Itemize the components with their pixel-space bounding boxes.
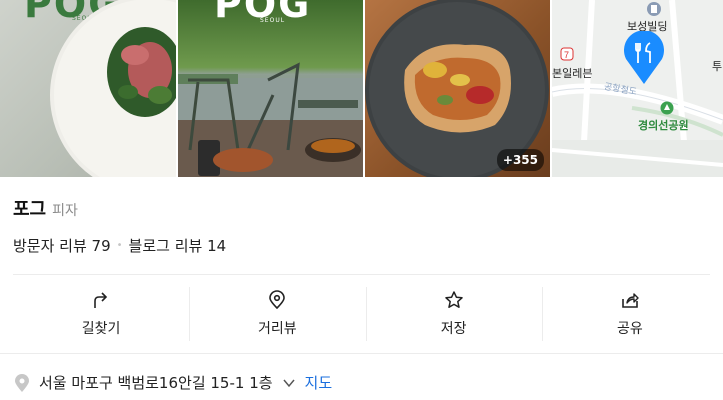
- directions-button[interactable]: 길찾기: [13, 287, 189, 341]
- address-row: 서울 마포구 백범로16안길 15-1 1층 지도: [13, 372, 332, 393]
- restaurant-pin-icon: [624, 31, 664, 84]
- building-icon: [647, 2, 661, 16]
- street-view-button[interactable]: 거리뷰: [189, 287, 365, 341]
- plate-image: [50, 0, 176, 177]
- share-icon: [622, 293, 639, 308]
- blog-reviews-link[interactable]: 블로그 리뷰 14: [129, 235, 227, 256]
- star-icon: [444, 291, 463, 308]
- map-label-park: 경의선공원: [638, 120, 689, 132]
- separator-dot: •: [116, 240, 123, 251]
- location-pin-icon: [269, 290, 286, 310]
- chevron-down-icon[interactable]: [281, 375, 297, 391]
- review-counts: 방문자 리뷰 79 • 블로그 리뷰 14: [13, 235, 226, 256]
- map-label-store: 본일레븐: [552, 68, 593, 80]
- map-thumbnail[interactable]: 보성빌딩 본일레븐 공항철도 경의선공원 투 7: [552, 0, 723, 177]
- terrace-image: [178, 62, 363, 177]
- save-label: 저장: [440, 321, 467, 337]
- save-button[interactable]: 저장: [365, 287, 542, 341]
- place-info: 포그 피자 방문자 리뷰 79 • 블로그 리뷰 14: [13, 195, 226, 256]
- section-divider: [0, 353, 723, 354]
- map-label-edge: 투: [712, 61, 723, 73]
- photo-2[interactable]: POG SEOUL: [178, 0, 363, 177]
- photo-1[interactable]: POG SEOUL: [0, 0, 176, 177]
- action-bar: 길찾기 거리뷰 저장 공유: [13, 287, 718, 341]
- address-pin-icon: [15, 373, 29, 392]
- more-photos-badge[interactable]: +355: [496, 149, 544, 171]
- map-link[interactable]: 지도: [305, 372, 333, 393]
- title-row: 포그 피자: [13, 195, 226, 221]
- directions-label: 길찾기: [81, 321, 121, 337]
- share-button[interactable]: 공유: [541, 287, 718, 341]
- place-name[interactable]: 포그: [13, 195, 46, 221]
- divider: [13, 274, 710, 275]
- visitor-reviews-link[interactable]: 방문자 리뷰 79: [13, 235, 111, 256]
- photo-gallery: POG SEOUL POG SEOUL +355 보성빌딩 본일레븐 공항철도 …: [0, 0, 723, 177]
- convenience-store-icon: 7: [560, 47, 574, 61]
- directions-icon: [94, 292, 108, 308]
- park-icon: [660, 101, 674, 115]
- photo-3[interactable]: +355: [365, 0, 550, 177]
- svg-text:7: 7: [564, 50, 569, 60]
- street-view-label: 거리뷰: [258, 321, 297, 337]
- share-label: 공유: [616, 321, 643, 337]
- address-text[interactable]: 서울 마포구 백범로16안길 15-1 1층: [39, 372, 273, 393]
- place-category: 피자: [52, 203, 78, 219]
